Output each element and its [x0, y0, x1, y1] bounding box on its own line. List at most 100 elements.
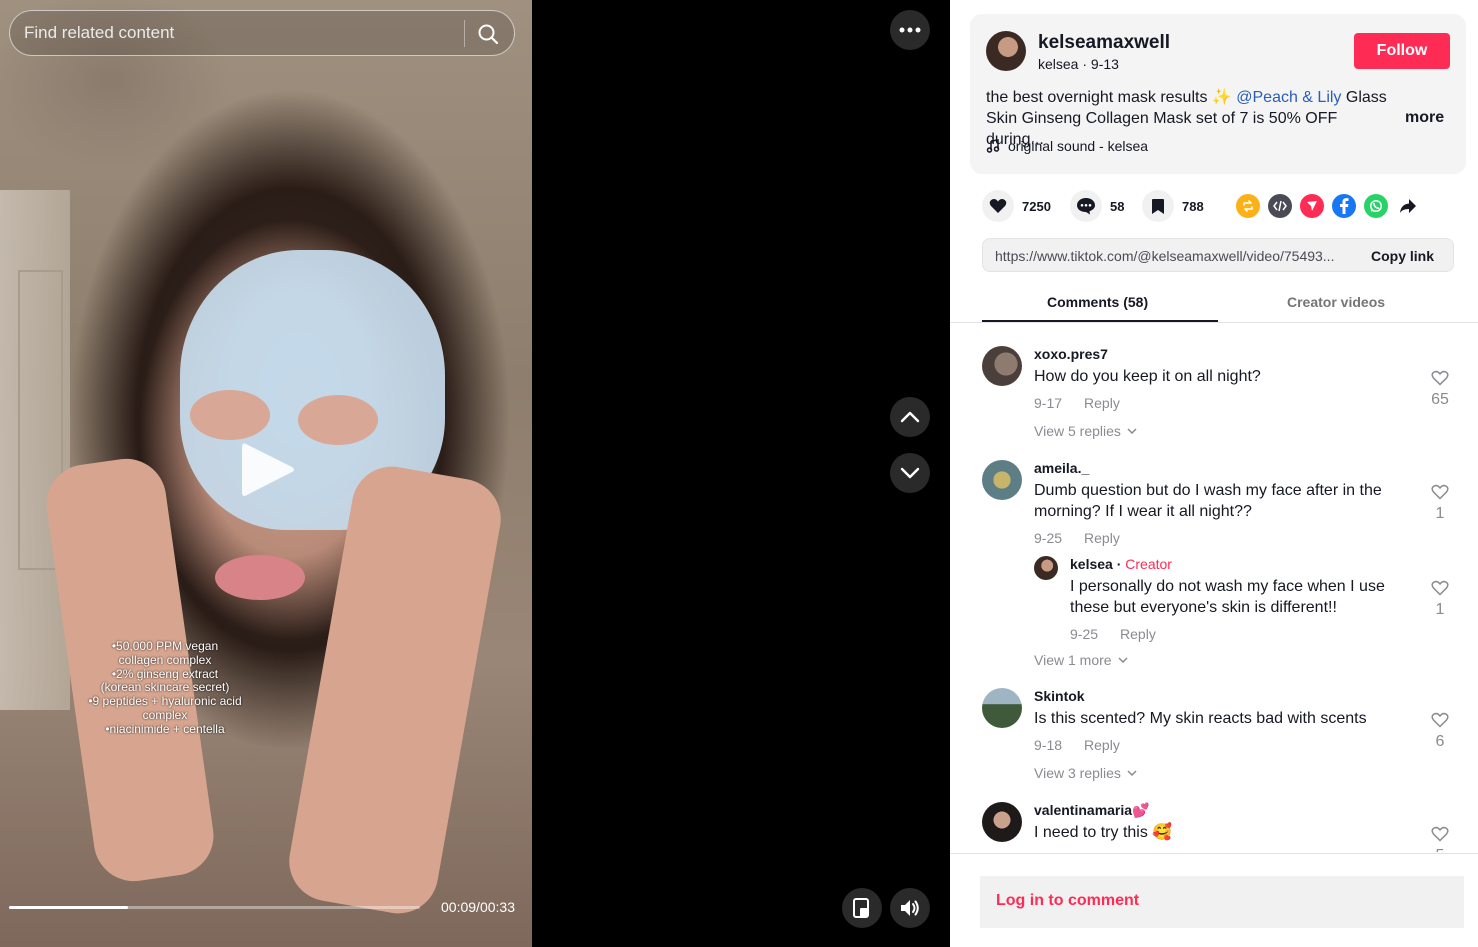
music-note-icon: [986, 139, 1000, 153]
comment-like[interactable]: 5: [1424, 826, 1456, 852]
creator-avatar[interactable]: [1034, 556, 1058, 580]
comment-text: Is this scented? My skin reacts bad with…: [1034, 710, 1367, 727]
view-replies-button[interactable]: View 3 replies: [1034, 765, 1137, 781]
comment-like-count: 6: [1435, 733, 1445, 750]
login-label: Log in to comment: [996, 892, 1140, 909]
like-count: 7250: [1022, 198, 1051, 214]
tab-bar: Comments (58) Creator videos: [950, 286, 1478, 323]
video-stage: •50,000 PPM vegan collagen complex •2% g…: [0, 0, 950, 947]
commenter-name[interactable]: Skintok: [1034, 688, 1085, 704]
commenter-name[interactable]: ameila._: [1034, 460, 1089, 476]
video-player[interactable]: •50,000 PPM vegan collagen complex •2% g…: [0, 0, 532, 947]
search-divider: [464, 20, 465, 47]
view-more-replies-button[interactable]: View 1 more: [1034, 652, 1128, 668]
overlay-line: •9 peptides + hyaluronic acid: [88, 694, 242, 709]
bookmark-icon: [1142, 190, 1174, 222]
comment-item: Skintok Is this scented? My skin reacts …: [982, 688, 1462, 788]
action-bar: 7250 58 788: [982, 190, 1462, 222]
desc-mention-link[interactable]: @Peach & Lily: [1236, 89, 1341, 106]
play-icon[interactable]: [240, 440, 296, 500]
comment-like-count: 5: [1424, 847, 1456, 852]
progress-fill: [9, 906, 129, 909]
commenter-avatar[interactable]: [982, 460, 1022, 500]
search-bar[interactable]: [9, 10, 515, 56]
reply-button[interactable]: Reply: [1084, 395, 1120, 411]
reply-date: 9-25: [1070, 626, 1099, 642]
comment-date: 9-25: [1034, 530, 1063, 546]
copy-link-button[interactable]: Copy link: [1371, 248, 1434, 264]
volume-icon: [901, 900, 919, 916]
commenter-avatar[interactable]: [982, 688, 1022, 728]
eye-opening-right: [298, 395, 378, 445]
commenter-name[interactable]: valentinamaria💕: [1034, 802, 1149, 819]
sound-link[interactable]: original sound - kelsea: [986, 138, 1148, 154]
commenter-avatar[interactable]: [982, 346, 1022, 386]
repost-icon[interactable]: [1236, 194, 1260, 218]
overlay-line: complex: [142, 707, 188, 722]
chevron-down-icon: [1118, 657, 1128, 663]
login-to-comment-button[interactable]: Log in to comment: [980, 876, 1464, 928]
comment-date: 9-18: [1034, 737, 1063, 753]
overlay-line: •50,000 PPM vegan: [111, 639, 219, 653]
post-info-card: kelseamaxwell kelsea · 9-13 Follow the b…: [970, 14, 1466, 174]
reply-like-count: 1: [1435, 601, 1445, 618]
commenter-avatar[interactable]: [982, 802, 1022, 842]
author-subline: kelsea · 9-13: [1038, 56, 1119, 72]
reply-button[interactable]: Reply: [1084, 530, 1120, 546]
comment-like[interactable]: 1: [1424, 484, 1456, 523]
chevron-down-icon: [1127, 770, 1137, 776]
facebook-icon[interactable]: [1332, 194, 1356, 218]
comment-text: How do you keep it on all night?: [1034, 368, 1261, 385]
heart-outline-icon: [1431, 712, 1449, 728]
heart-outline-icon: [1431, 370, 1449, 386]
follow-button[interactable]: Follow: [1354, 33, 1450, 69]
view-replies-label: View 3 replies: [1034, 765, 1121, 781]
author-username[interactable]: kelseamaxwell: [1038, 32, 1170, 54]
share-arrow-icon[interactable]: [1396, 194, 1420, 218]
more-button[interactable]: more: [1405, 109, 1444, 127]
heart-outline-icon: [1431, 826, 1449, 842]
more-options-button[interactable]: [890, 10, 930, 50]
floating-player-icon: [853, 898, 869, 918]
heart-outline-icon: [1431, 580, 1449, 596]
search-icon[interactable]: [476, 22, 500, 46]
author-avatar[interactable]: [986, 31, 1026, 71]
desc-text: the best overnight mask results ✨: [986, 89, 1237, 106]
chevron-down-icon: [1127, 428, 1137, 434]
search-input[interactable]: [24, 22, 454, 44]
view-replies-label: View 5 replies: [1034, 423, 1121, 439]
tab-creator-videos[interactable]: Creator videos: [1287, 294, 1385, 310]
reply-button[interactable]: Reply: [1120, 626, 1156, 642]
reply-button[interactable]: Reply: [1084, 737, 1120, 753]
next-video-button[interactable]: [890, 453, 930, 493]
comment-text: I need to try this 🥰: [1034, 824, 1173, 841]
volume-button[interactable]: [890, 888, 930, 928]
reply-author[interactable]: kelsea · Creator: [1070, 556, 1172, 572]
reply-like[interactable]: 1: [1424, 580, 1456, 619]
send-icon[interactable]: [1300, 194, 1324, 218]
tab-comments[interactable]: Comments (58): [1047, 294, 1148, 310]
comment-action[interactable]: 58: [1070, 190, 1124, 222]
heart-outline-icon: [1431, 484, 1449, 500]
view-replies-button[interactable]: View 5 replies: [1034, 423, 1137, 439]
progress-bar[interactable]: [9, 906, 420, 909]
chevron-down-icon: [900, 467, 920, 479]
reply-item: kelsea · Creator I personally do not was…: [1034, 556, 1462, 646]
comment-like[interactable]: 65: [1424, 370, 1456, 409]
chevron-up-icon: [900, 411, 920, 423]
video-url[interactable]: https://www.tiktok.com/@kelseamaxwell/vi…: [995, 248, 1357, 264]
whatsapp-icon[interactable]: [1364, 194, 1388, 218]
comment-like[interactable]: 6: [1424, 712, 1456, 751]
lips-image: [215, 555, 305, 600]
commenter-name[interactable]: xoxo.pres7: [1034, 346, 1108, 362]
comment-count: 58: [1110, 198, 1125, 214]
previous-video-button[interactable]: [890, 397, 930, 437]
reply-text: I personally do not wash my face when I …: [1070, 578, 1385, 616]
save-action[interactable]: 788: [1142, 190, 1204, 222]
like-action[interactable]: 7250: [982, 190, 1051, 222]
comment-footer: Log in to comment: [950, 853, 1478, 947]
floating-player-button[interactable]: [842, 888, 882, 928]
comment-meta: 9-18 Reply: [1034, 737, 1120, 753]
embed-icon[interactable]: [1268, 194, 1292, 218]
timecode: 00:09/00:33: [441, 899, 515, 915]
